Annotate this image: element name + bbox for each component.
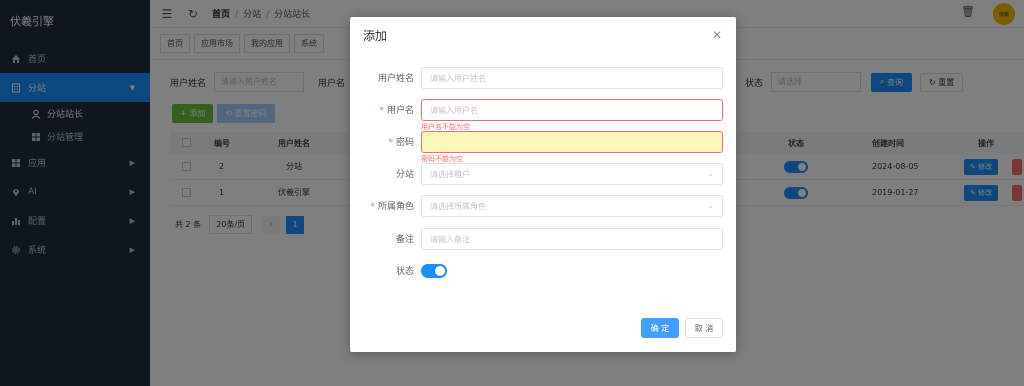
nickname-input[interactable]: 请输入用户姓名 <box>421 67 723 89</box>
remark-input[interactable]: 请输入备注 <box>421 228 723 250</box>
tenant-label: 分站 <box>395 170 414 180</box>
chevron-down-icon: ⌄ <box>707 169 714 178</box>
password-label: * 密码 <box>388 138 414 148</box>
dialog-footer: 确 定 取 消 <box>641 318 723 338</box>
form-row-remark: 备注 请输入备注 <box>350 228 736 250</box>
form-row-password: * 密码 密码不能为空 <box>350 131 736 163</box>
form-row-role: * 所属角色 请选择所属角色 ⌄ <box>350 195 736 217</box>
username-label: * 用户名 <box>379 106 414 116</box>
add-dialog: 添加 ✕ 用户姓名 请输入用户姓名 * 用户名 请输入用户名 用户名不能为空 * 密… <box>350 17 736 352</box>
status-switch[interactable] <box>421 264 447 278</box>
form-row-username: * 用户名 请输入用户名 用户名不能为空 <box>350 99 736 131</box>
chevron-down-icon: ⌄ <box>707 201 714 210</box>
form-row-status: 状态 <box>350 260 736 282</box>
form-row-nickname: 用户姓名 请输入用户姓名 <box>350 67 736 89</box>
form-row-tenant: 分站 请选择租户 ⌄ <box>350 163 736 185</box>
role-label: * 所属角色 <box>370 202 414 212</box>
dialog-title: 添加 <box>363 29 388 43</box>
confirm-button[interactable]: 确 定 <box>641 318 679 338</box>
close-icon[interactable]: ✕ <box>712 28 722 42</box>
role-select[interactable]: 请选择所属角色 ⌄ <box>421 195 723 217</box>
password-input[interactable] <box>421 131 723 153</box>
nickname-label: 用户姓名 <box>377 74 414 84</box>
tenant-select[interactable]: 请选择租户 ⌄ <box>421 163 723 185</box>
username-input[interactable]: 请输入用户名 <box>421 99 723 121</box>
cancel-button[interactable]: 取 消 <box>685 318 723 338</box>
status-label: 状态 <box>395 267 414 277</box>
remark-label: 备注 <box>395 235 414 245</box>
